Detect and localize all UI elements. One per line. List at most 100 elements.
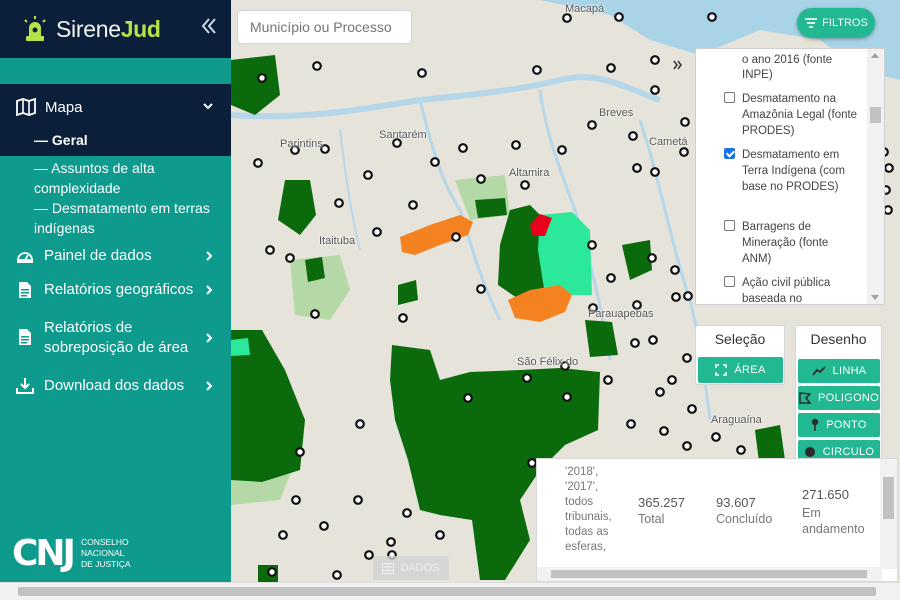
process-marker[interactable] bbox=[253, 158, 263, 168]
process-marker[interactable] bbox=[707, 12, 717, 22]
draw-line-button[interactable]: LINHA bbox=[798, 359, 880, 383]
layer-item-desmatamento-ti[interactable]: Desmatamento em Terra Indígena (com base… bbox=[724, 147, 860, 195]
scrollbar-thumb[interactable] bbox=[551, 570, 867, 578]
process-marker[interactable] bbox=[650, 55, 660, 65]
process-marker[interactable] bbox=[312, 61, 322, 71]
scrollbar-thumb[interactable] bbox=[18, 587, 876, 596]
process-marker[interactable] bbox=[587, 120, 597, 130]
area-select-button[interactable]: ÁREA bbox=[698, 357, 783, 383]
layer-item-desmatamento-amazonia[interactable]: Desmatamento na Amazônia Legal (fonte PR… bbox=[724, 91, 860, 139]
process-marker[interactable] bbox=[682, 441, 692, 451]
scrollbar-thumb[interactable] bbox=[883, 477, 894, 519]
layers-panel[interactable]: o ano 2016 (fonte INPE) Desmatamento na … bbox=[695, 48, 885, 305]
process-marker[interactable] bbox=[372, 227, 382, 237]
scroll-up-arrow-icon[interactable] bbox=[871, 53, 879, 58]
menu-relatorios-sobreposicao[interactable]: Relatórios de sobreposição de área bbox=[0, 318, 231, 376]
scroll-down-arrow-icon[interactable] bbox=[871, 295, 879, 300]
process-marker[interactable] bbox=[398, 313, 408, 323]
process-marker[interactable] bbox=[285, 253, 295, 263]
process-marker[interactable] bbox=[659, 426, 669, 436]
process-marker[interactable] bbox=[417, 68, 427, 78]
scrollbar-thumb[interactable] bbox=[870, 107, 881, 123]
process-marker[interactable] bbox=[310, 309, 320, 319]
process-marker[interactable] bbox=[334, 198, 344, 208]
process-marker[interactable] bbox=[557, 145, 567, 155]
process-marker[interactable] bbox=[295, 447, 305, 457]
menu-relatorios-geograficos[interactable]: Relatórios geográficos bbox=[0, 280, 231, 318]
process-marker[interactable] bbox=[884, 163, 894, 173]
process-marker[interactable] bbox=[476, 174, 486, 184]
process-marker[interactable] bbox=[386, 537, 396, 547]
process-marker[interactable] bbox=[430, 157, 440, 167]
draw-point-button[interactable]: PONTO bbox=[798, 413, 880, 437]
menu-mapa[interactable]: Mapa bbox=[0, 92, 231, 122]
process-marker[interactable] bbox=[476, 284, 486, 294]
process-marker[interactable] bbox=[265, 245, 275, 255]
process-marker[interactable] bbox=[682, 353, 692, 363]
process-marker[interactable] bbox=[655, 387, 665, 397]
process-marker[interactable] bbox=[353, 495, 363, 505]
process-marker[interactable] bbox=[671, 292, 681, 302]
submenu-alta-complexidade[interactable]: — Assuntos de alta complexidade bbox=[0, 158, 231, 198]
search-input[interactable] bbox=[237, 10, 412, 44]
process-marker[interactable] bbox=[463, 393, 473, 403]
process-marker[interactable] bbox=[630, 338, 640, 348]
process-marker[interactable] bbox=[408, 200, 418, 210]
draw-polygon-button[interactable]: POLIGONO bbox=[798, 386, 880, 410]
submenu-desmatamento-ti[interactable]: — Desmatamento em terras indígenas bbox=[0, 198, 231, 238]
layer-checkbox[interactable] bbox=[724, 276, 735, 287]
layer-item-acao-civil[interactable]: Ação civil pública baseada no bbox=[724, 275, 860, 304]
process-marker[interactable] bbox=[647, 253, 657, 263]
process-marker[interactable] bbox=[626, 419, 636, 429]
process-marker[interactable] bbox=[522, 373, 532, 383]
layer-checkbox[interactable] bbox=[724, 92, 735, 103]
filters-button[interactable]: FILTROS bbox=[797, 8, 875, 38]
dados-tab[interactable]: DADOS bbox=[373, 556, 449, 580]
process-marker[interactable] bbox=[402, 508, 412, 518]
process-marker[interactable] bbox=[319, 521, 329, 531]
process-marker[interactable] bbox=[883, 205, 893, 215]
process-marker[interactable] bbox=[736, 445, 746, 455]
process-marker[interactable] bbox=[648, 335, 658, 345]
layer-checkbox[interactable] bbox=[724, 220, 735, 231]
process-marker[interactable] bbox=[267, 567, 277, 577]
process-marker[interactable] bbox=[532, 65, 542, 75]
process-marker[interactable] bbox=[527, 458, 537, 468]
process-marker[interactable] bbox=[364, 550, 374, 560]
collapse-sidebar-button[interactable] bbox=[199, 16, 221, 40]
process-marker[interactable] bbox=[363, 170, 373, 180]
process-marker[interactable] bbox=[687, 404, 697, 414]
process-marker[interactable] bbox=[458, 143, 468, 153]
process-marker[interactable] bbox=[278, 530, 288, 540]
layer-checkbox-checked[interactable] bbox=[724, 148, 735, 159]
stats-vertical-scrollbar[interactable] bbox=[880, 459, 897, 569]
process-marker[interactable] bbox=[632, 163, 642, 173]
page-horizontal-scrollbar[interactable] bbox=[0, 582, 900, 600]
process-marker[interactable] bbox=[562, 392, 572, 402]
process-marker[interactable] bbox=[606, 273, 616, 283]
process-marker[interactable] bbox=[650, 85, 660, 95]
process-marker[interactable] bbox=[606, 63, 616, 73]
process-marker[interactable] bbox=[614, 12, 624, 22]
process-marker[interactable] bbox=[435, 530, 445, 540]
process-marker[interactable] bbox=[520, 180, 530, 190]
process-marker[interactable] bbox=[683, 291, 693, 301]
layer-item-barragens[interactable]: Barragens de Mineração (fonte ANM) bbox=[724, 219, 860, 267]
process-marker[interactable] bbox=[511, 140, 521, 150]
process-marker[interactable] bbox=[667, 375, 677, 385]
process-marker[interactable] bbox=[332, 570, 342, 580]
menu-painel-de-dados[interactable]: Painel de dados bbox=[0, 246, 231, 280]
double-chevron-right-icon[interactable] bbox=[673, 60, 683, 70]
stats-horizontal-scrollbar[interactable] bbox=[537, 567, 882, 581]
process-marker[interactable] bbox=[650, 167, 660, 177]
process-marker[interactable] bbox=[562, 13, 572, 23]
process-marker[interactable] bbox=[711, 432, 721, 442]
layers-scrollbar[interactable] bbox=[867, 49, 884, 304]
process-marker[interactable] bbox=[257, 73, 267, 83]
process-marker[interactable] bbox=[679, 147, 689, 157]
process-marker[interactable] bbox=[451, 232, 461, 242]
process-marker[interactable] bbox=[587, 240, 597, 250]
submenu-geral[interactable]: — Geral bbox=[0, 122, 231, 150]
process-marker[interactable] bbox=[628, 131, 638, 141]
process-marker[interactable] bbox=[603, 375, 613, 385]
